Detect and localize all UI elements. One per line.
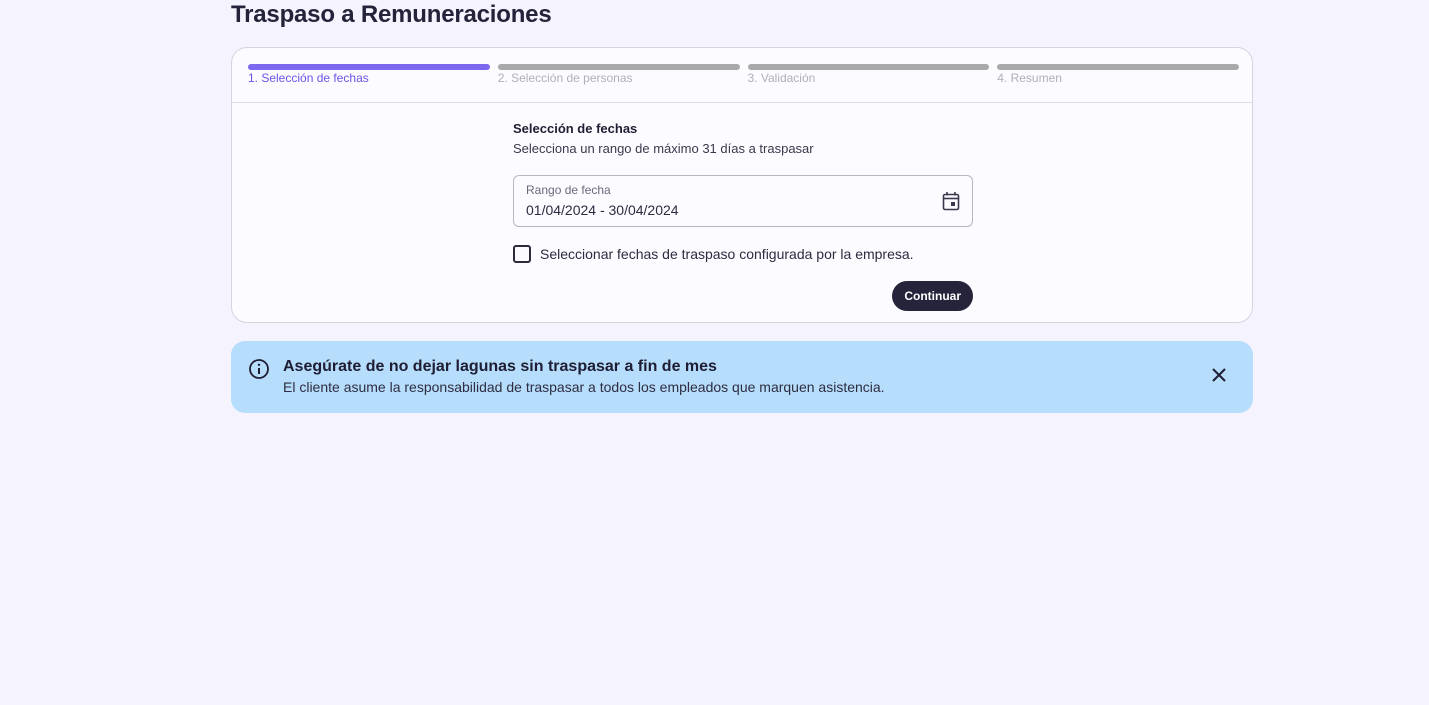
step-validation[interactable]: 3. Validación <box>747 64 990 88</box>
company-dates-label[interactable]: Seleccionar fechas de traspaso configura… <box>540 245 914 263</box>
form-card: 1. Selección de fechas 2. Selección de p… <box>231 47 1253 323</box>
company-dates-option[interactable]: Seleccionar fechas de traspaso configura… <box>513 244 973 264</box>
close-icon[interactable] <box>1211 367 1227 383</box>
continue-button[interactable]: Continuar <box>892 281 973 311</box>
date-range-value[interactable]: 01/04/2024 - 30/04/2024 <box>526 202 679 219</box>
alert-title: Asegúrate de no dejar lagunas sin traspa… <box>283 358 717 375</box>
date-selection-form: Selección de fechas Selecciona un rango … <box>513 121 973 311</box>
step-people-selection[interactable]: 2. Selección de personas <box>497 64 740 88</box>
company-dates-checkbox[interactable] <box>513 245 531 263</box>
step-summary[interactable]: 4. Resumen <box>997 64 1239 88</box>
section-title: Selección de fechas <box>513 121 638 136</box>
stepper: 1. Selección de fechas 2. Selección de p… <box>248 64 1239 88</box>
step-progress-bar <box>997 64 1239 70</box>
info-alert: Asegúrate de no dejar lagunas sin traspa… <box>231 341 1253 413</box>
date-range-label: Rango de fecha <box>526 183 611 197</box>
step-progress-bar <box>248 64 490 70</box>
calendar-icon[interactable] <box>942 191 960 211</box>
form-actions: Continuar <box>513 281 973 311</box>
alert-message: El cliente asume la responsabilidad de t… <box>283 379 885 395</box>
step-progress-bar <box>497 64 740 70</box>
step-label: 2. Selección de personas <box>497 71 633 85</box>
step-date-selection[interactable]: 1. Selección de fechas <box>248 64 490 88</box>
card-divider <box>232 102 1252 103</box>
date-range-field[interactable]: Rango de fecha 01/04/2024 - 30/04/2024 <box>513 175 973 227</box>
step-label: 3. Validación <box>747 71 816 85</box>
step-progress-bar <box>747 64 990 70</box>
info-icon <box>249 359 269 379</box>
page-title: Traspaso a Remuneraciones <box>231 1 552 28</box>
section-subtitle: Selecciona un rango de máximo 31 días a … <box>513 141 814 156</box>
step-label: 1. Selección de fechas <box>248 71 369 85</box>
step-label: 4. Resumen <box>997 71 1062 85</box>
